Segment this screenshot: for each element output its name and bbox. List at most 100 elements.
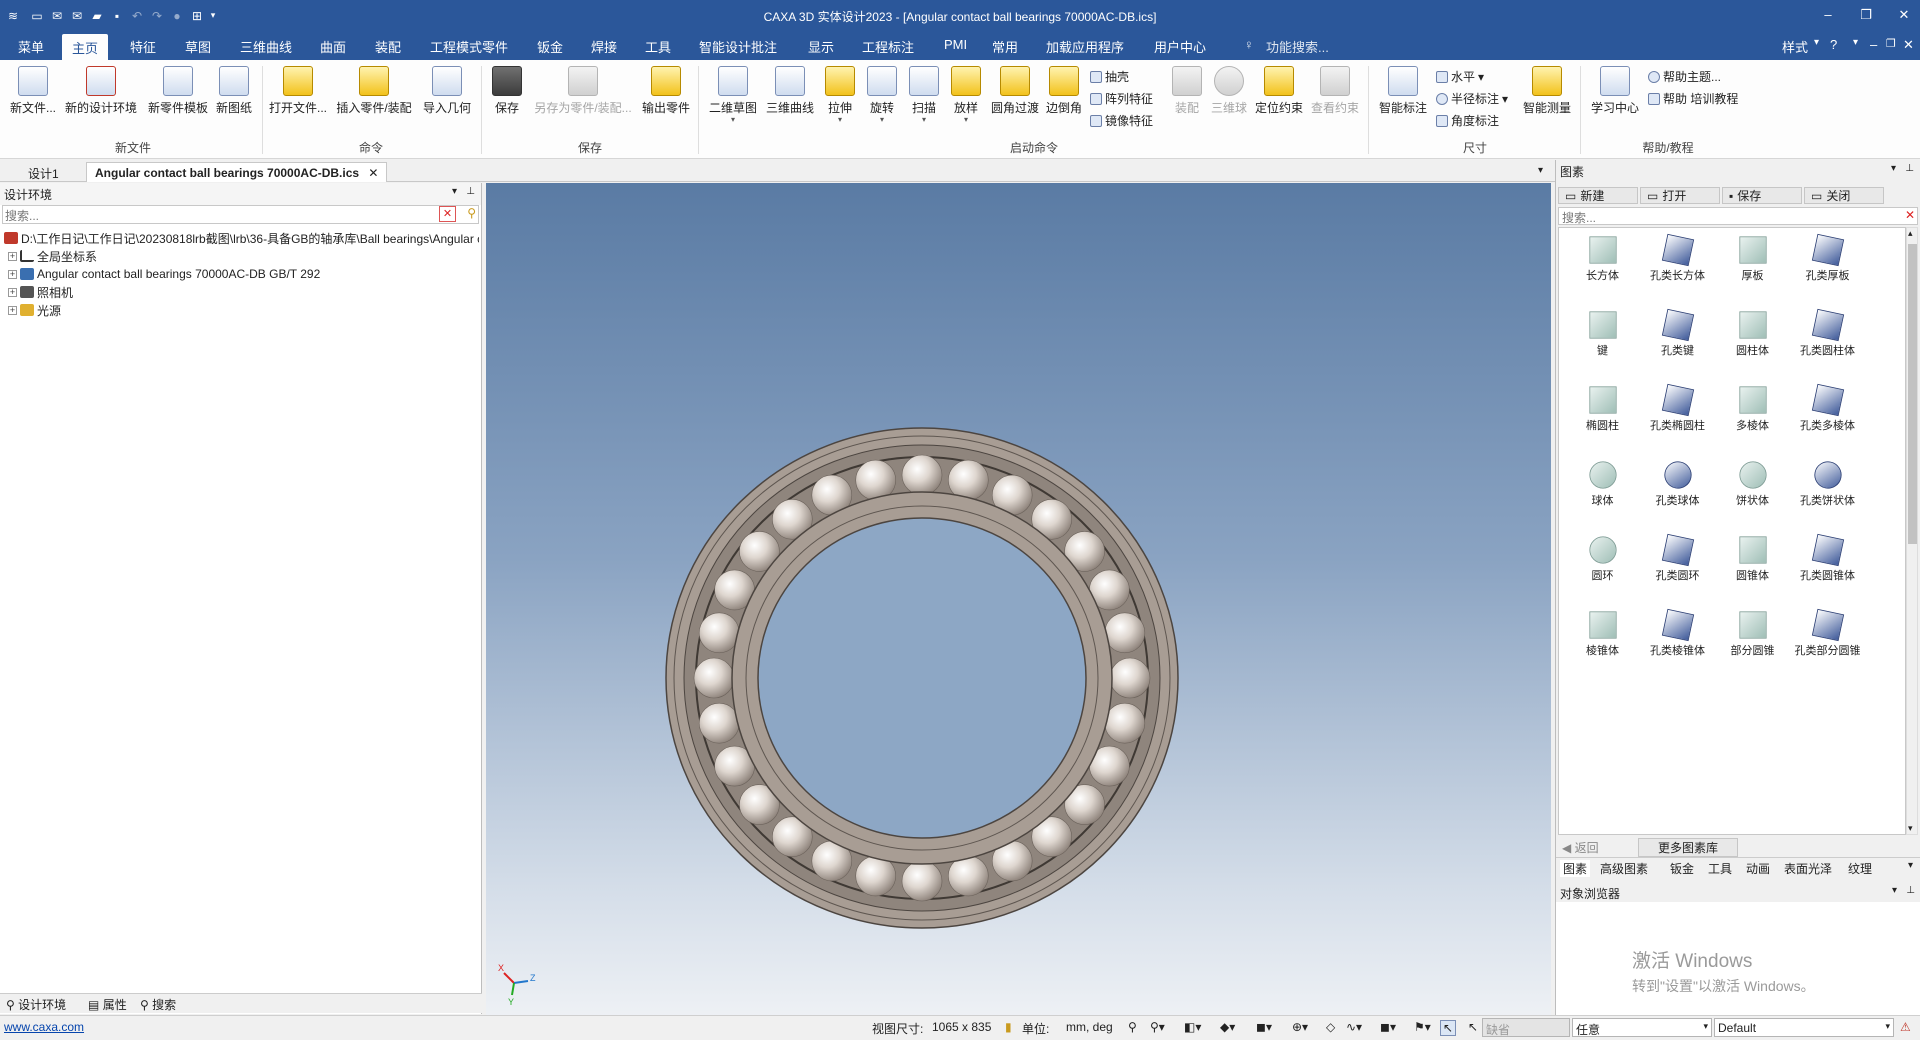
close-icon[interactable]: ✕: [1894, 7, 1914, 23]
mirror-feature-button[interactable]: 镜像特征: [1090, 112, 1153, 129]
restore-icon[interactable]: ❐: [1856, 7, 1876, 23]
menu-tab-eng-part[interactable]: 工程模式零件: [430, 37, 508, 56]
close-tab-icon[interactable]: ✕: [368, 166, 378, 180]
primitive-item[interactable]: 棱锥体: [1565, 609, 1640, 658]
locate-constraint-button[interactable]: 定位约束: [1252, 66, 1306, 116]
angle-dim-button[interactable]: 角度标注: [1436, 112, 1499, 129]
training-tutorial-button[interactable]: 帮助 培训教程: [1648, 90, 1738, 107]
menu-tab-user-center[interactable]: 用户中心: [1154, 37, 1206, 56]
primitive-item[interactable]: 球体: [1565, 459, 1640, 508]
catalog-tab-animation[interactable]: 动画: [1746, 860, 1770, 877]
status-app-icon[interactable]: ⚠: [1900, 1020, 1911, 1034]
scroll-thumb[interactable]: [1908, 244, 1917, 544]
new-part-template-button[interactable]: 新零件模板: [145, 66, 211, 116]
chamfer-button[interactable]: 边倒角: [1044, 66, 1084, 116]
doc-tab-bearing[interactable]: Angular contact ball bearings 70000AC-DB…: [86, 162, 388, 182]
assembly-button[interactable]: 装配: [1170, 66, 1204, 116]
menu-tab-common[interactable]: 常用: [992, 37, 1018, 56]
catalog-open-button[interactable]: ▭ 打开: [1640, 187, 1720, 204]
pin-icon[interactable]: ⊥: [1906, 885, 1915, 896]
section-icon[interactable]: ⊕▾: [1292, 1020, 1308, 1034]
dropdown-arrow-icon[interactable]: ▾: [1478, 70, 1484, 84]
sketch-2d-button[interactable]: 二维草图 ▾: [706, 66, 760, 124]
style-menu[interactable]: 样式: [1782, 37, 1808, 56]
menu-tab-home[interactable]: 主页: [62, 34, 109, 60]
feature-search[interactable]: 功能搜索...: [1266, 37, 1329, 56]
3d-ball-button[interactable]: 三维球: [1208, 66, 1250, 116]
search-options-icon[interactable]: ⚲: [467, 206, 476, 220]
view-constraint-button[interactable]: 查看约束: [1308, 66, 1362, 116]
revolve-button[interactable]: 旋转 ▾: [864, 66, 900, 124]
pick-cursor-icon[interactable]: ↖: [1468, 1020, 1478, 1034]
primitive-item[interactable]: 长方体: [1565, 234, 1640, 283]
primitive-item[interactable]: 厚板: [1715, 234, 1790, 283]
primitive-item[interactable]: 孔类棱锥体: [1640, 608, 1715, 658]
import-geometry-button[interactable]: 导入几何: [420, 66, 474, 116]
catalog-tab-sheetmetal[interactable]: 钣金: [1670, 860, 1694, 877]
smart-measure-button[interactable]: 智能测量: [1520, 66, 1574, 116]
menu-tab-feature[interactable]: 特征: [130, 37, 156, 56]
dropdown-arrow-icon[interactable]: ▾: [1703, 1021, 1708, 1032]
catalog-tab-texture[interactable]: 纹理: [1848, 860, 1872, 877]
expand-icon[interactable]: +: [8, 305, 17, 315]
new-file-button[interactable]: 新文件...: [10, 66, 56, 116]
doc-restore-icon[interactable]: ❐: [1886, 37, 1896, 50]
new-drawing-button[interactable]: 新图纸: [212, 66, 256, 116]
filter-any-select[interactable]: 任意 ▾: [1572, 1018, 1712, 1037]
catalog-tab-gloss[interactable]: 表面光泽: [1784, 860, 1832, 877]
catalog-tab-primitives[interactable]: 图素: [1560, 860, 1591, 877]
learning-center-button[interactable]: 学习中心: [1588, 66, 1642, 116]
zoom-fit-icon[interactable]: ⚲: [1128, 1020, 1137, 1034]
save-as-button[interactable]: 另存为零件/装配...: [528, 66, 638, 116]
primitive-item[interactable]: 孔类部分圆锥: [1790, 608, 1865, 658]
gallery-scrollbar[interactable]: ▴ ▾: [1906, 227, 1918, 835]
render-mode-icon[interactable]: ◆▾: [1220, 1020, 1235, 1034]
snap-icon[interactable]: ⚑▾: [1414, 1020, 1431, 1034]
pin-icon[interactable]: ⊥: [466, 186, 475, 197]
menu-tab-smart-annot[interactable]: 智能设计批注: [699, 37, 777, 56]
primitive-item[interactable]: 多棱体: [1715, 384, 1790, 433]
extrude-button[interactable]: 拉伸 ▾: [822, 66, 858, 124]
tree-item-light[interactable]: + 光源: [4, 301, 479, 319]
clear-search-icon[interactable]: ✕: [439, 206, 456, 222]
doc-minimize-icon[interactable]: –: [1870, 37, 1877, 52]
menu-tab-display[interactable]: 显示: [808, 37, 834, 56]
filter-default-select[interactable]: 缺省: [1482, 1018, 1570, 1037]
style-default-select[interactable]: Default ▾: [1714, 1018, 1894, 1037]
expand-icon[interactable]: +: [8, 269, 17, 279]
tree-search-input[interactable]: 搜索... ✕ ⚲: [2, 205, 479, 224]
insert-part-button[interactable]: 插入零件/装配: [332, 66, 416, 116]
dropdown-arrow-icon[interactable]: ▾: [1502, 92, 1508, 106]
panel-dropdown-icon[interactable]: ▾: [1892, 885, 1897, 896]
tree-item-bearing-part[interactable]: + Angular contact ball bearings 70000AC-D…: [4, 265, 479, 283]
dropdown-arrow-icon[interactable]: ▾: [906, 116, 942, 124]
doc-close-icon[interactable]: ✕: [1903, 37, 1914, 53]
menu-tab-assembly[interactable]: 装配: [375, 37, 401, 56]
menu-tab-3dcurve[interactable]: 三维曲线: [240, 37, 292, 56]
primitive-item[interactable]: 孔类长方体: [1640, 233, 1715, 283]
new-design-env-button[interactable]: 新的设计环境: [60, 66, 142, 116]
radius-dim-button[interactable]: 半径标注 ▾: [1436, 90, 1508, 107]
fillet-button[interactable]: 圆角过渡: [988, 66, 1042, 116]
select-cursor-icon[interactable]: ↖: [1440, 1020, 1457, 1036]
primitive-item[interactable]: 孔类圆锥体: [1790, 533, 1865, 583]
menu-tab-weld[interactable]: 焊接: [591, 37, 617, 56]
website-link[interactable]: www.caxa.com: [4, 1020, 84, 1034]
dropdown-arrow-icon[interactable]: ▾: [864, 116, 900, 124]
display-mode-icon[interactable]: ◼▾: [1256, 1020, 1272, 1034]
dropdown-arrow-icon[interactable]: ▾: [822, 116, 858, 124]
primitive-item[interactable]: 孔类饼状体: [1790, 458, 1865, 508]
menu-tab-tools[interactable]: 工具: [645, 37, 671, 56]
cube-view-icon[interactable]: ◼▾: [1380, 1020, 1396, 1034]
catalog-tab-tools[interactable]: 工具: [1708, 860, 1732, 877]
doc-tab-design1[interactable]: 设计1: [20, 162, 67, 182]
catalog-new-button[interactable]: ▭ 新建: [1558, 187, 1638, 204]
primitive-item[interactable]: 椭圆柱: [1565, 384, 1640, 433]
expand-icon[interactable]: +: [8, 251, 17, 261]
panel-dropdown-icon[interactable]: ▾: [452, 186, 457, 197]
catalog-tab-advanced[interactable]: 高级图素: [1600, 860, 1648, 877]
loft-button[interactable]: 放样 ▾: [948, 66, 984, 124]
save-button[interactable]: 保存: [490, 66, 524, 116]
smart-dimension-button[interactable]: 智能标注: [1376, 66, 1430, 116]
tabs-dropdown-icon[interactable]: ▾: [1530, 162, 1551, 182]
